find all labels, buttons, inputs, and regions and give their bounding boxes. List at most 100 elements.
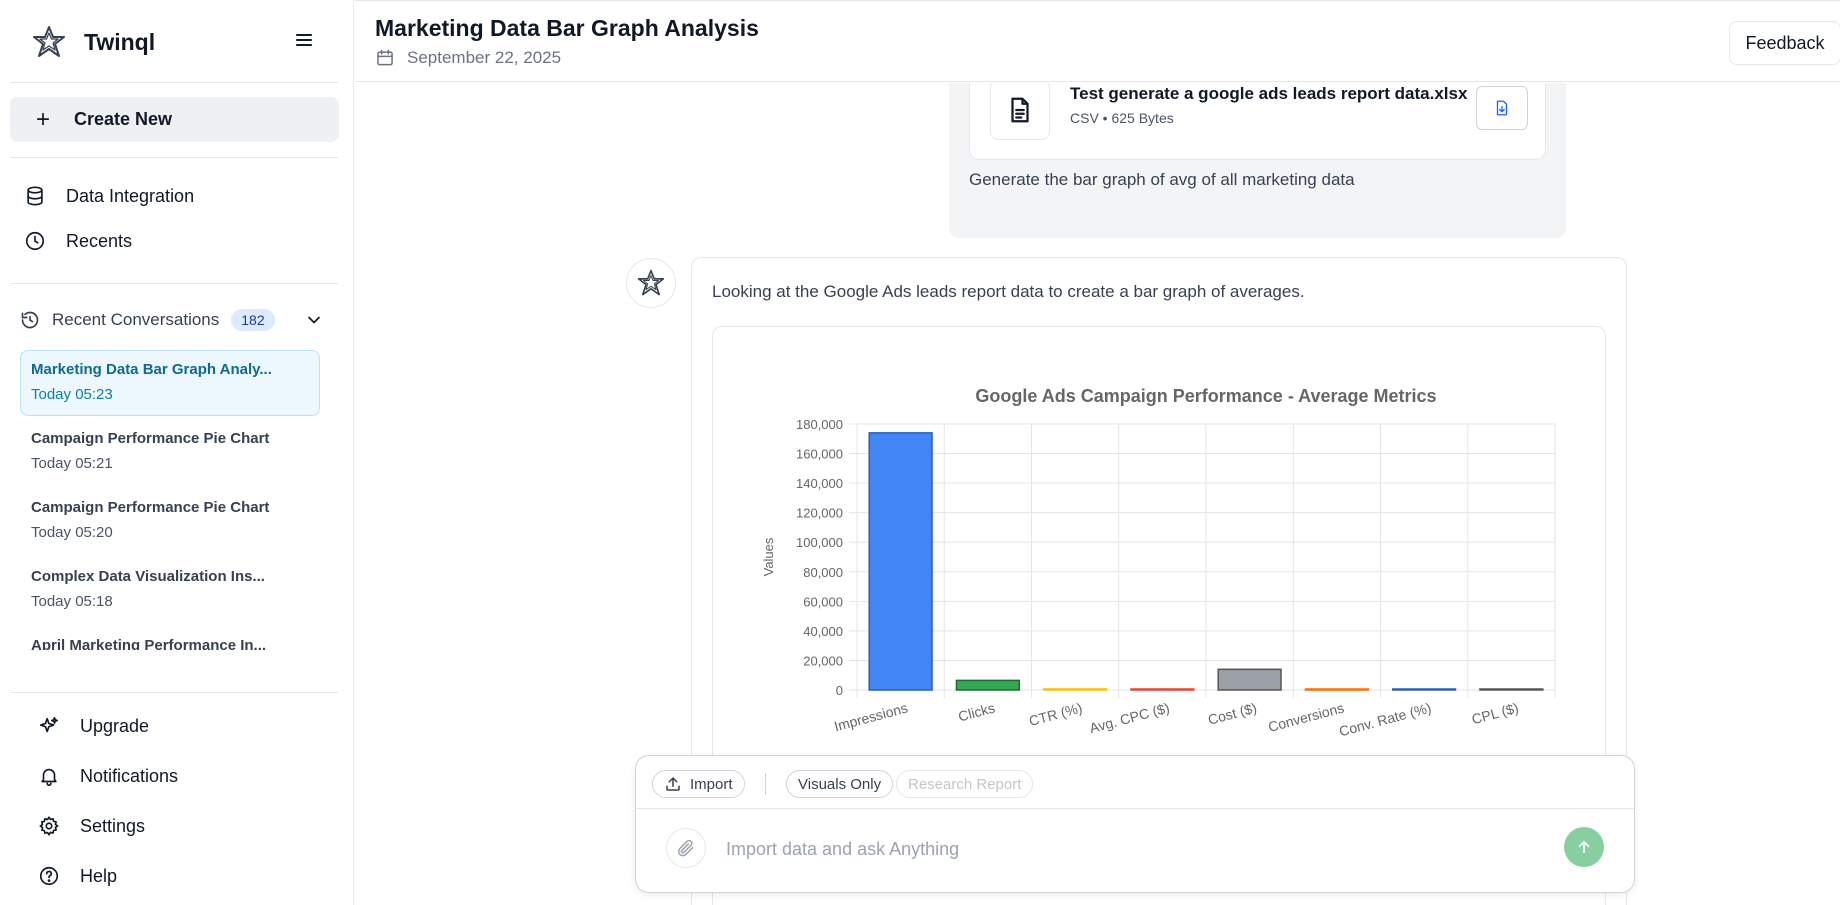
conversation-title: Marketing Data Bar Graph Analy...	[31, 361, 272, 378]
sidebar: Twinql + Create New Data Integration Rec…	[0, 0, 354, 905]
y-tick-label: 20,000	[803, 653, 843, 668]
bar	[1042, 688, 1108, 691]
conversation-time: Today 05:20	[31, 524, 113, 541]
sidebar-item-label: Notifications	[80, 765, 179, 786]
sidebar-item-settings[interactable]: Settings	[38, 811, 145, 841]
message-composer: Import Visuals Only Research Report	[635, 755, 1635, 893]
sidebar-item-label: Settings	[80, 815, 146, 836]
file-attachment-card[interactable]: Test generate a google ads leads report …	[969, 83, 1546, 160]
bar-chart: Google Ads Campaign Performance - Averag…	[761, 386, 1556, 739]
prompt-input[interactable]	[726, 832, 1526, 866]
y-tick-label: 40,000	[803, 624, 843, 639]
sidebar-item-label: Help	[80, 865, 118, 886]
conversation-item[interactable]: Campaign Performance Pie Chart Today 05:…	[20, 488, 320, 554]
sidebar-item-help[interactable]: Help	[38, 861, 117, 891]
recent-conversations-label: Recent Conversations	[52, 310, 220, 329]
y-tick-label: 0	[836, 683, 843, 698]
sidebar-divider	[10, 157, 338, 158]
user-message: Test generate a google ads leads report …	[949, 83, 1566, 238]
date-text: September 22, 2025	[407, 48, 562, 67]
bar	[868, 432, 933, 691]
y-tick-label: 60,000	[803, 594, 843, 609]
x-tick-label: Avg. CPC ($)	[1088, 699, 1172, 736]
app-root: Twinql + Create New Data Integration Rec…	[0, 0, 1840, 905]
conversation-time: Today 05:23	[31, 386, 113, 403]
database-icon	[27, 186, 43, 206]
file-name: Test generate a google ads leads report …	[1070, 84, 1468, 103]
sidebar-divider	[10, 82, 338, 83]
sidebar-item-notifications[interactable]: Notifications	[38, 761, 178, 791]
conversation-time: Today 05:18	[31, 593, 113, 610]
import-label: Import	[690, 775, 733, 793]
import-button[interactable]: Import	[652, 770, 745, 798]
calendar-icon	[377, 49, 393, 66]
conversation-item[interactable]: April Marketing Performance In...	[20, 626, 320, 650]
chart-title: Google Ads Campaign Performance - Averag…	[975, 386, 1436, 406]
history-icon	[21, 311, 39, 329]
research-report-toggle[interactable]: Research Report	[896, 770, 1034, 798]
star-logo-icon	[33, 26, 65, 57]
sidebar-item-recents[interactable]: Recents	[24, 226, 132, 256]
sidebar-item-data-integration[interactable]: Data Integration	[24, 181, 194, 211]
bar	[1479, 688, 1544, 691]
conversation-item[interactable]: Campaign Performance Pie Chart Today 05:…	[20, 419, 320, 485]
conversation-item[interactable]: Complex Data Visualization Ins... Today …	[20, 557, 320, 623]
research-report-label: Research Report	[908, 775, 1022, 793]
y-tick-label: 80,000	[803, 565, 843, 580]
conversation-item[interactable]: Marketing Data Bar Graph Analy... Today …	[20, 350, 320, 416]
gear-icon	[39, 816, 59, 836]
bell-icon	[41, 768, 57, 786]
y-tick-label: 160,000	[796, 447, 843, 462]
file-download-button[interactable]	[1476, 86, 1528, 130]
attach-button[interactable]	[666, 828, 706, 868]
page-title: Marketing Data Bar Graph Analysis	[375, 15, 759, 41]
visuals-only-toggle[interactable]: Visuals Only	[786, 770, 894, 798]
feedback-button[interactable]: Feedback	[1729, 21, 1840, 65]
visuals-only-label: Visuals Only	[798, 775, 882, 793]
x-tick-label: CPL ($)	[1470, 699, 1520, 727]
app-name: Twinql	[84, 28, 156, 55]
page-date: September 22, 2025	[375, 48, 561, 68]
x-tick-label: Impressions	[832, 699, 909, 734]
conversation-title: Complex Data Visualization Ins...	[31, 568, 265, 585]
hamburger-menu-icon[interactable]	[292, 28, 316, 52]
create-new-label: Create New	[74, 109, 173, 129]
chevron-down-icon[interactable]	[304, 310, 324, 330]
paperclip-icon	[677, 839, 694, 857]
bar	[955, 679, 1021, 691]
brand[interactable]: Twinql	[32, 22, 155, 62]
x-tick-label: Conv. Rate (%)	[1337, 699, 1433, 739]
bar	[1217, 668, 1282, 691]
document-icon	[1011, 97, 1029, 123]
file-icon-box	[990, 83, 1050, 140]
arrow-up-icon	[1578, 840, 1590, 854]
y-tick-label: 100,000	[796, 535, 843, 550]
conversation-time: Today 05:21	[31, 455, 113, 472]
y-tick-label: 140,000	[796, 476, 843, 491]
sidebar-item-label: Upgrade	[80, 715, 150, 736]
x-tick-label: Cost ($)	[1206, 699, 1258, 727]
toolbar-separator	[765, 773, 766, 795]
conversation-title: Campaign Performance Pie Chart	[31, 430, 270, 447]
file-meta: CSV • 625 Bytes	[1070, 110, 1174, 126]
x-tick-label: Clicks	[956, 699, 996, 724]
bar	[1391, 688, 1457, 691]
y-axis-label: Values	[761, 537, 776, 576]
star-logo-icon	[637, 269, 665, 296]
create-new-button[interactable]: + Create New	[10, 97, 339, 142]
composer-toolbar: Import Visuals Only Research Report	[636, 756, 1634, 809]
sidebar-item-upgrade[interactable]: Upgrade	[38, 711, 149, 741]
clock-icon	[25, 231, 45, 251]
sidebar-divider	[10, 692, 338, 693]
recent-conversations-header[interactable]: Recent Conversations 182	[20, 305, 325, 335]
plus-icon: +	[35, 105, 50, 133]
sidebar-divider	[10, 283, 338, 284]
y-tick-label: 120,000	[796, 506, 843, 521]
file-download-icon	[1496, 100, 1508, 116]
conversation-title: April Marketing Performance In...	[31, 637, 267, 650]
x-tick-label: CTR (%)	[1027, 699, 1084, 729]
assistant-avatar	[626, 258, 676, 308]
send-button[interactable]	[1564, 827, 1604, 867]
user-message-text: Generate the bar graph of avg of all mar…	[969, 170, 1355, 189]
upload-icon	[666, 777, 680, 791]
